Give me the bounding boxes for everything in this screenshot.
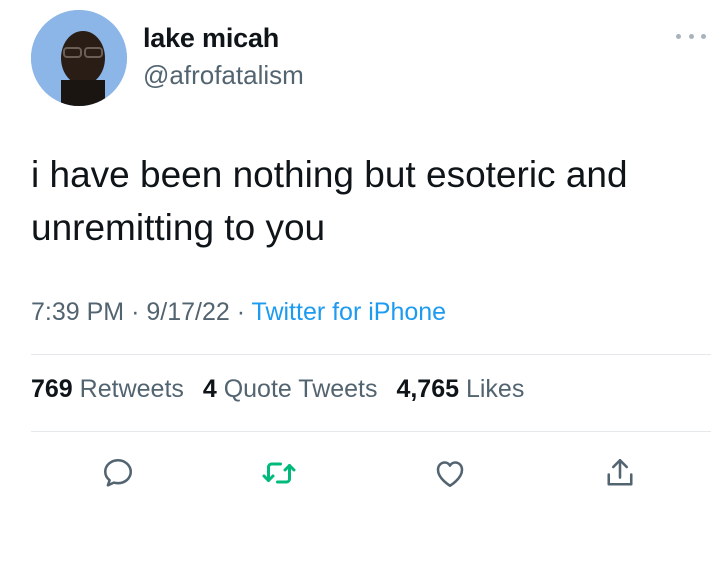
tweet-text: i have been nothing but esoteric and unr… xyxy=(31,154,628,248)
tweet-source[interactable]: Twitter for iPhone xyxy=(252,298,447,326)
likes-label: Likes xyxy=(465,375,525,403)
retweet-button[interactable] xyxy=(257,451,301,495)
heart-icon xyxy=(436,461,464,488)
divider xyxy=(31,354,711,355)
tweet-stats: 769 Retweets 4 Quote Tweets 4,765 Likes xyxy=(31,375,524,404)
tweet-meta: 7:39 PM · 9/17/22 · Twitter for iPhone xyxy=(31,298,446,327)
reply-button[interactable] xyxy=(96,451,140,495)
more-dots-icon[interactable] xyxy=(676,24,706,48)
reply-icon xyxy=(103,458,133,487)
divider xyxy=(31,431,711,432)
meta-separator: · xyxy=(131,298,140,326)
avatar[interactable] xyxy=(31,10,127,106)
likes-stat[interactable]: 4,765 Likes xyxy=(396,375,524,403)
retweet-icon xyxy=(262,462,296,484)
tweet-date[interactable]: 9/17/22 xyxy=(146,298,229,326)
quote-tweets-label: Quote Tweets xyxy=(223,375,378,403)
action-bar xyxy=(0,451,723,501)
tweet-card: lake micah @afrofatalism i have been not… xyxy=(0,0,723,574)
avatar-photo xyxy=(31,10,127,106)
meta-separator: · xyxy=(236,298,246,326)
share-icon xyxy=(607,458,633,486)
author-display-name[interactable]: lake micah xyxy=(143,23,279,54)
retweets-stat[interactable]: 769 Retweets xyxy=(31,375,184,403)
retweets-label: Retweets xyxy=(79,375,184,403)
retweets-count: 769 xyxy=(31,375,73,403)
author-handle[interactable]: @afrofatalism xyxy=(143,60,304,91)
share-button[interactable] xyxy=(598,451,642,495)
quote-tweets-count: 4 xyxy=(202,375,217,403)
like-button[interactable] xyxy=(428,451,472,495)
tweet-time[interactable]: 7:39 PM xyxy=(31,298,124,326)
likes-count: 4,765 xyxy=(396,375,460,403)
quote-tweets-stat[interactable]: 4 Quote Tweets xyxy=(203,375,378,403)
